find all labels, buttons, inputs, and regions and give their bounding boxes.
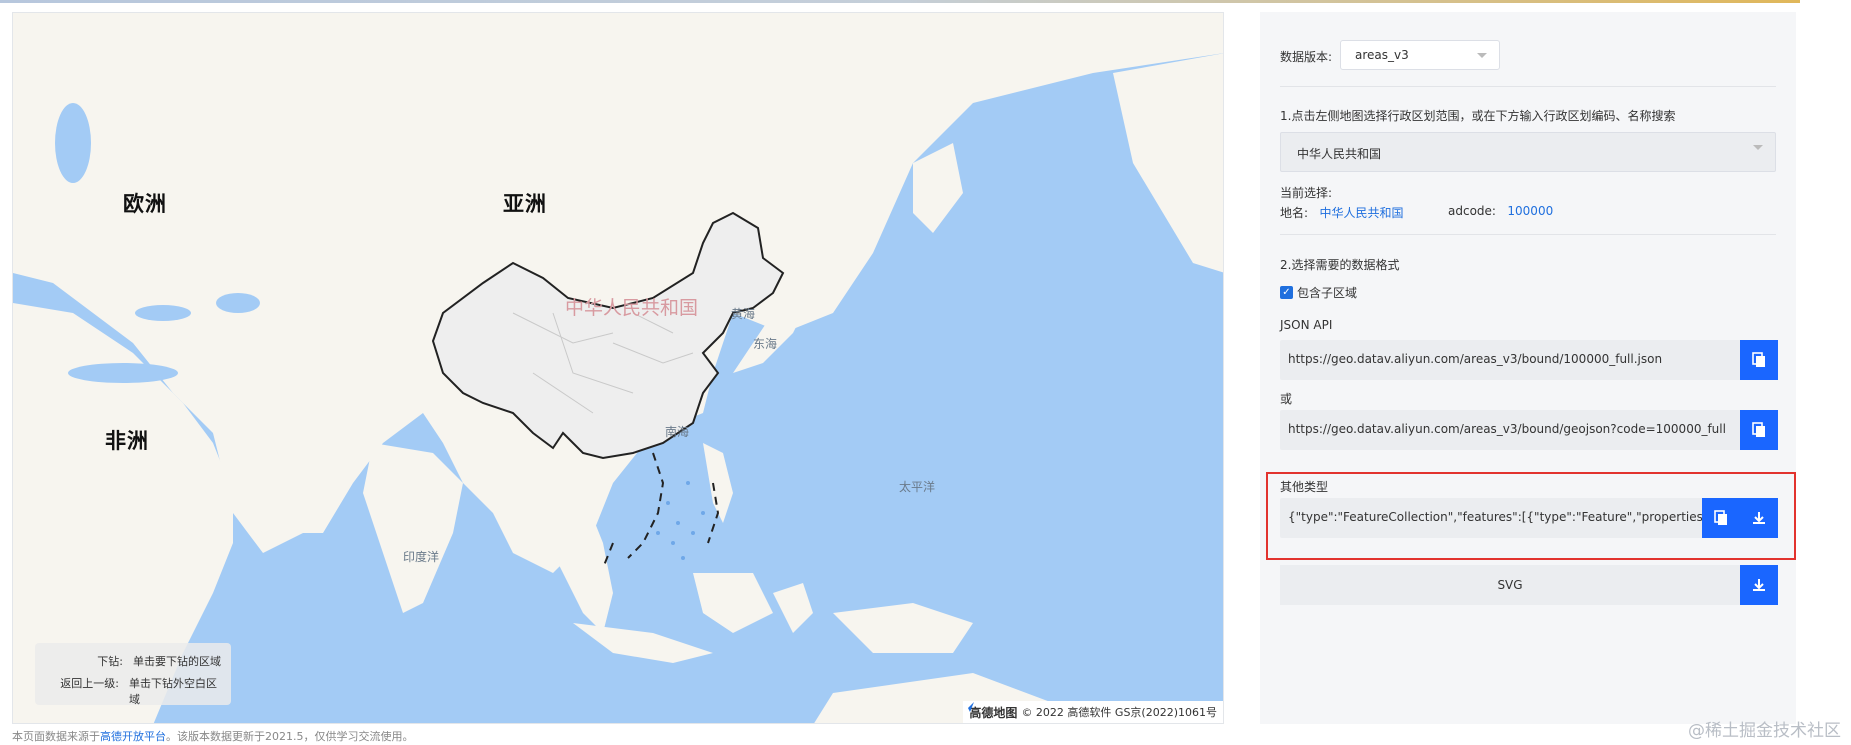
legend-value: 单击要下钻的区域: [133, 655, 221, 668]
legend-key: 返回上一级:: [60, 677, 119, 690]
place-value: 中华人民共和国: [1319, 206, 1404, 220]
legend-value: 单击下钻外空白区域: [128, 677, 217, 706]
chevron-down-icon: [1753, 145, 1763, 150]
version-select-value: areas_v3: [1355, 48, 1409, 62]
adcode-key: adcode:: [1448, 204, 1496, 218]
region-select-value: 中华人民共和国: [1297, 147, 1382, 161]
top-accent-bar: [0, 0, 1800, 3]
or-label: 或: [1280, 392, 1293, 406]
amap-logo: 高德地图: [969, 705, 1018, 720]
region-select[interactable]: 中华人民共和国: [1280, 132, 1776, 172]
label-indian-ocean: 印度洋: [403, 550, 440, 564]
download-icon: [1753, 579, 1765, 591]
india-land: [363, 443, 463, 613]
amap-arrow-icon: [964, 702, 975, 712]
chevron-down-icon: [1477, 53, 1487, 58]
kamchatka-land: [913, 143, 963, 233]
divider: [1280, 86, 1776, 87]
adcode-value: 100000: [1507, 204, 1554, 218]
label-china: 中华人民共和国: [565, 297, 699, 319]
footer-prefix: 本页面数据来源于: [12, 730, 100, 743]
newguinea-land: [833, 603, 973, 653]
south-sea-islands: [656, 481, 705, 560]
settings-panel: 数据版本: areas_v3 1.点击左侧地图选择行政区划范围，或在下方输入行政…: [1260, 12, 1796, 724]
map-attribution: 高德地图 © 2022 高德软件 GS京(2022)1061号: [963, 701, 1223, 723]
copy-geojson-button[interactable]: [1740, 410, 1778, 450]
step1-label: 1.点击左侧地图选择行政区划范围，或在下方输入行政区划编码、名称搜索: [1280, 109, 1676, 123]
json-api-label: JSON API: [1280, 318, 1333, 332]
map-canvas[interactable]: [13, 13, 1224, 724]
sulawesi-land: [773, 583, 813, 633]
label-pacific: 太平洋: [899, 480, 936, 494]
label-asia: 亚洲: [503, 192, 547, 216]
version-label: 数据版本:: [1280, 50, 1333, 64]
download-svg-button[interactable]: [1740, 565, 1778, 605]
copy-icon: [1752, 352, 1765, 367]
footer-link[interactable]: 高德开放平台: [100, 730, 166, 743]
legend-row-back: 返回上一级: 单击下钻外空白区域: [43, 675, 223, 707]
amap-copyright: © 2022 高德软件 GS京(2022)1061号: [1021, 706, 1217, 719]
check-icon: ✓: [1280, 286, 1293, 299]
map-view[interactable]: 欧洲 亚洲 非洲 中华人民共和国 黄海 东海 南海 太平洋 印度洋 下钻: 单击…: [12, 12, 1224, 724]
borneo-land: [693, 573, 773, 633]
step2-label: 2.选择需要的数据格式: [1280, 258, 1400, 272]
divider: [1280, 234, 1776, 235]
caspian-sea: [216, 293, 260, 313]
include-subregion-label: 包含子区域: [1297, 286, 1358, 300]
legend-row-drill: 下钻: 单击要下钻的区域: [43, 653, 223, 669]
place-key: 地名:: [1280, 206, 1309, 220]
current-label: 当前选择:: [1280, 186, 1333, 200]
svg-option[interactable]: SVG: [1280, 565, 1740, 605]
footer-suffix: 。该版本数据更新于2021.5，仅供学习交流使用。: [166, 730, 414, 743]
north-america-land: [1113, 53, 1223, 273]
geojson-url[interactable]: https://geo.datav.aliyun.com/areas_v3/bo…: [1280, 410, 1740, 450]
label-africa: 非洲: [105, 429, 149, 453]
baltic-sea: [55, 103, 91, 183]
sumatra-land: [573, 623, 713, 663]
legend-key: 下钻:: [97, 655, 123, 668]
label-europe: 欧洲: [123, 192, 167, 216]
version-select[interactable]: areas_v3: [1340, 40, 1500, 70]
current-place: 地名: 中华人民共和国: [1280, 204, 1404, 221]
label-yellow-sea: 黄海: [731, 307, 756, 321]
json-api-url[interactable]: https://geo.datav.aliyun.com/areas_v3/bo…: [1280, 340, 1740, 380]
footer-note: 本页面数据来源于高德开放平台。该版本数据更新于2021.5，仅供学习交流使用。: [12, 728, 414, 744]
label-south-sea: 南海: [665, 425, 690, 439]
map-legend: 下钻: 单击要下钻的区域 返回上一级: 单击下钻外空白区域: [35, 643, 231, 707]
mediterranean-sea: [68, 363, 178, 383]
annotation-highlight-box: [1266, 472, 1796, 560]
watermark: @稀土掘金技术社区: [1688, 721, 1841, 741]
label-east-sea: 东海: [753, 337, 778, 351]
current-adcode: adcode: 100000: [1448, 204, 1553, 218]
black-sea: [135, 305, 191, 321]
include-subregion-checkbox[interactable]: ✓ 包含子区域: [1280, 284, 1357, 301]
copy-icon: [1752, 422, 1765, 437]
copy-json-api-button[interactable]: [1740, 340, 1778, 380]
